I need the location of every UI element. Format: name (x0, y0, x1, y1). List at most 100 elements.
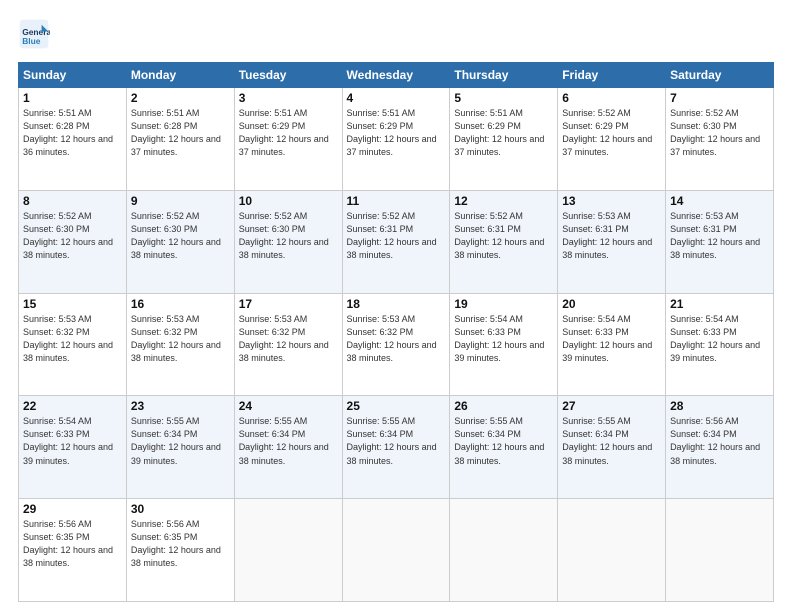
day-number: 3 (239, 91, 338, 105)
day-info: Sunrise: 5:52 AMSunset: 6:30 PMDaylight:… (239, 210, 338, 262)
day-number: 27 (562, 399, 661, 413)
day-number: 25 (347, 399, 446, 413)
calendar-cell: 12 Sunrise: 5:52 AMSunset: 6:31 PMDaylig… (450, 190, 558, 293)
header: General Blue (18, 18, 774, 50)
calendar-cell: 6 Sunrise: 5:52 AMSunset: 6:29 PMDayligh… (558, 88, 666, 191)
calendar-header-row: SundayMondayTuesdayWednesdayThursdayFrid… (19, 63, 774, 88)
day-number: 18 (347, 297, 446, 311)
calendar-cell: 1 Sunrise: 5:51 AMSunset: 6:28 PMDayligh… (19, 88, 127, 191)
header-thursday: Thursday (450, 63, 558, 88)
day-number: 26 (454, 399, 553, 413)
day-info: Sunrise: 5:55 AMSunset: 6:34 PMDaylight:… (347, 415, 446, 467)
day-number: 28 (670, 399, 769, 413)
calendar-cell: 4 Sunrise: 5:51 AMSunset: 6:29 PMDayligh… (342, 88, 450, 191)
day-info: Sunrise: 5:55 AMSunset: 6:34 PMDaylight:… (454, 415, 553, 467)
calendar-cell: 25 Sunrise: 5:55 AMSunset: 6:34 PMDaylig… (342, 396, 450, 499)
day-info: Sunrise: 5:52 AMSunset: 6:29 PMDaylight:… (562, 107, 661, 159)
day-number: 6 (562, 91, 661, 105)
calendar-cell: 20 Sunrise: 5:54 AMSunset: 6:33 PMDaylig… (558, 293, 666, 396)
calendar-cell: 10 Sunrise: 5:52 AMSunset: 6:30 PMDaylig… (234, 190, 342, 293)
day-number: 24 (239, 399, 338, 413)
day-number: 4 (347, 91, 446, 105)
header-saturday: Saturday (666, 63, 774, 88)
day-info: Sunrise: 5:54 AMSunset: 6:33 PMDaylight:… (562, 313, 661, 365)
day-info: Sunrise: 5:52 AMSunset: 6:30 PMDaylight:… (23, 210, 122, 262)
day-number: 9 (131, 194, 230, 208)
logo: General Blue (18, 18, 54, 50)
calendar-cell: 11 Sunrise: 5:52 AMSunset: 6:31 PMDaylig… (342, 190, 450, 293)
day-info: Sunrise: 5:51 AMSunset: 6:29 PMDaylight:… (454, 107, 553, 159)
calendar-cell: 15 Sunrise: 5:53 AMSunset: 6:32 PMDaylig… (19, 293, 127, 396)
header-monday: Monday (126, 63, 234, 88)
calendar-cell (342, 499, 450, 602)
day-info: Sunrise: 5:53 AMSunset: 6:31 PMDaylight:… (670, 210, 769, 262)
day-info: Sunrise: 5:53 AMSunset: 6:31 PMDaylight:… (562, 210, 661, 262)
day-number: 13 (562, 194, 661, 208)
day-number: 21 (670, 297, 769, 311)
calendar-cell: 5 Sunrise: 5:51 AMSunset: 6:29 PMDayligh… (450, 88, 558, 191)
day-number: 1 (23, 91, 122, 105)
calendar-cell (558, 499, 666, 602)
day-info: Sunrise: 5:55 AMSunset: 6:34 PMDaylight:… (562, 415, 661, 467)
calendar-week-row: 22 Sunrise: 5:54 AMSunset: 6:33 PMDaylig… (19, 396, 774, 499)
day-number: 15 (23, 297, 122, 311)
day-number: 20 (562, 297, 661, 311)
day-info: Sunrise: 5:53 AMSunset: 6:32 PMDaylight:… (239, 313, 338, 365)
day-number: 22 (23, 399, 122, 413)
day-number: 8 (23, 194, 122, 208)
calendar-cell: 2 Sunrise: 5:51 AMSunset: 6:28 PMDayligh… (126, 88, 234, 191)
calendar-cell: 13 Sunrise: 5:53 AMSunset: 6:31 PMDaylig… (558, 190, 666, 293)
day-info: Sunrise: 5:52 AMSunset: 6:30 PMDaylight:… (670, 107, 769, 159)
day-info: Sunrise: 5:51 AMSunset: 6:28 PMDaylight:… (131, 107, 230, 159)
logo-icon: General Blue (18, 18, 50, 50)
day-number: 17 (239, 297, 338, 311)
calendar-cell: 21 Sunrise: 5:54 AMSunset: 6:33 PMDaylig… (666, 293, 774, 396)
day-info: Sunrise: 5:54 AMSunset: 6:33 PMDaylight:… (670, 313, 769, 365)
day-info: Sunrise: 5:55 AMSunset: 6:34 PMDaylight:… (131, 415, 230, 467)
day-number: 23 (131, 399, 230, 413)
calendar-cell (234, 499, 342, 602)
calendar-cell: 7 Sunrise: 5:52 AMSunset: 6:30 PMDayligh… (666, 88, 774, 191)
calendar-cell: 29 Sunrise: 5:56 AMSunset: 6:35 PMDaylig… (19, 499, 127, 602)
calendar-cell: 26 Sunrise: 5:55 AMSunset: 6:34 PMDaylig… (450, 396, 558, 499)
day-number: 5 (454, 91, 553, 105)
day-info: Sunrise: 5:56 AMSunset: 6:34 PMDaylight:… (670, 415, 769, 467)
day-info: Sunrise: 5:53 AMSunset: 6:32 PMDaylight:… (347, 313, 446, 365)
day-info: Sunrise: 5:53 AMSunset: 6:32 PMDaylight:… (23, 313, 122, 365)
calendar-cell: 24 Sunrise: 5:55 AMSunset: 6:34 PMDaylig… (234, 396, 342, 499)
calendar-cell: 16 Sunrise: 5:53 AMSunset: 6:32 PMDaylig… (126, 293, 234, 396)
day-number: 16 (131, 297, 230, 311)
calendar-cell: 19 Sunrise: 5:54 AMSunset: 6:33 PMDaylig… (450, 293, 558, 396)
day-number: 30 (131, 502, 230, 516)
day-info: Sunrise: 5:52 AMSunset: 6:31 PMDaylight:… (454, 210, 553, 262)
day-info: Sunrise: 5:52 AMSunset: 6:31 PMDaylight:… (347, 210, 446, 262)
calendar-week-row: 1 Sunrise: 5:51 AMSunset: 6:28 PMDayligh… (19, 88, 774, 191)
day-info: Sunrise: 5:51 AMSunset: 6:29 PMDaylight:… (347, 107, 446, 159)
calendar-table: SundayMondayTuesdayWednesdayThursdayFrid… (18, 62, 774, 602)
day-info: Sunrise: 5:51 AMSunset: 6:29 PMDaylight:… (239, 107, 338, 159)
calendar-cell: 3 Sunrise: 5:51 AMSunset: 6:29 PMDayligh… (234, 88, 342, 191)
calendar-cell: 30 Sunrise: 5:56 AMSunset: 6:35 PMDaylig… (126, 499, 234, 602)
day-info: Sunrise: 5:51 AMSunset: 6:28 PMDaylight:… (23, 107, 122, 159)
calendar-cell: 18 Sunrise: 5:53 AMSunset: 6:32 PMDaylig… (342, 293, 450, 396)
calendar-cell (450, 499, 558, 602)
calendar-week-row: 29 Sunrise: 5:56 AMSunset: 6:35 PMDaylig… (19, 499, 774, 602)
day-info: Sunrise: 5:54 AMSunset: 6:33 PMDaylight:… (454, 313, 553, 365)
header-sunday: Sunday (19, 63, 127, 88)
calendar-cell (666, 499, 774, 602)
calendar-week-row: 8 Sunrise: 5:52 AMSunset: 6:30 PMDayligh… (19, 190, 774, 293)
day-info: Sunrise: 5:56 AMSunset: 6:35 PMDaylight:… (131, 518, 230, 570)
day-info: Sunrise: 5:56 AMSunset: 6:35 PMDaylight:… (23, 518, 122, 570)
day-info: Sunrise: 5:53 AMSunset: 6:32 PMDaylight:… (131, 313, 230, 365)
calendar-cell: 9 Sunrise: 5:52 AMSunset: 6:30 PMDayligh… (126, 190, 234, 293)
day-number: 10 (239, 194, 338, 208)
day-info: Sunrise: 5:52 AMSunset: 6:30 PMDaylight:… (131, 210, 230, 262)
header-friday: Friday (558, 63, 666, 88)
page: General Blue SundayMondayTuesdayWednesda… (0, 0, 792, 612)
calendar-cell: 14 Sunrise: 5:53 AMSunset: 6:31 PMDaylig… (666, 190, 774, 293)
calendar-cell: 28 Sunrise: 5:56 AMSunset: 6:34 PMDaylig… (666, 396, 774, 499)
svg-text:Blue: Blue (22, 36, 41, 46)
header-tuesday: Tuesday (234, 63, 342, 88)
calendar-week-row: 15 Sunrise: 5:53 AMSunset: 6:32 PMDaylig… (19, 293, 774, 396)
day-info: Sunrise: 5:54 AMSunset: 6:33 PMDaylight:… (23, 415, 122, 467)
